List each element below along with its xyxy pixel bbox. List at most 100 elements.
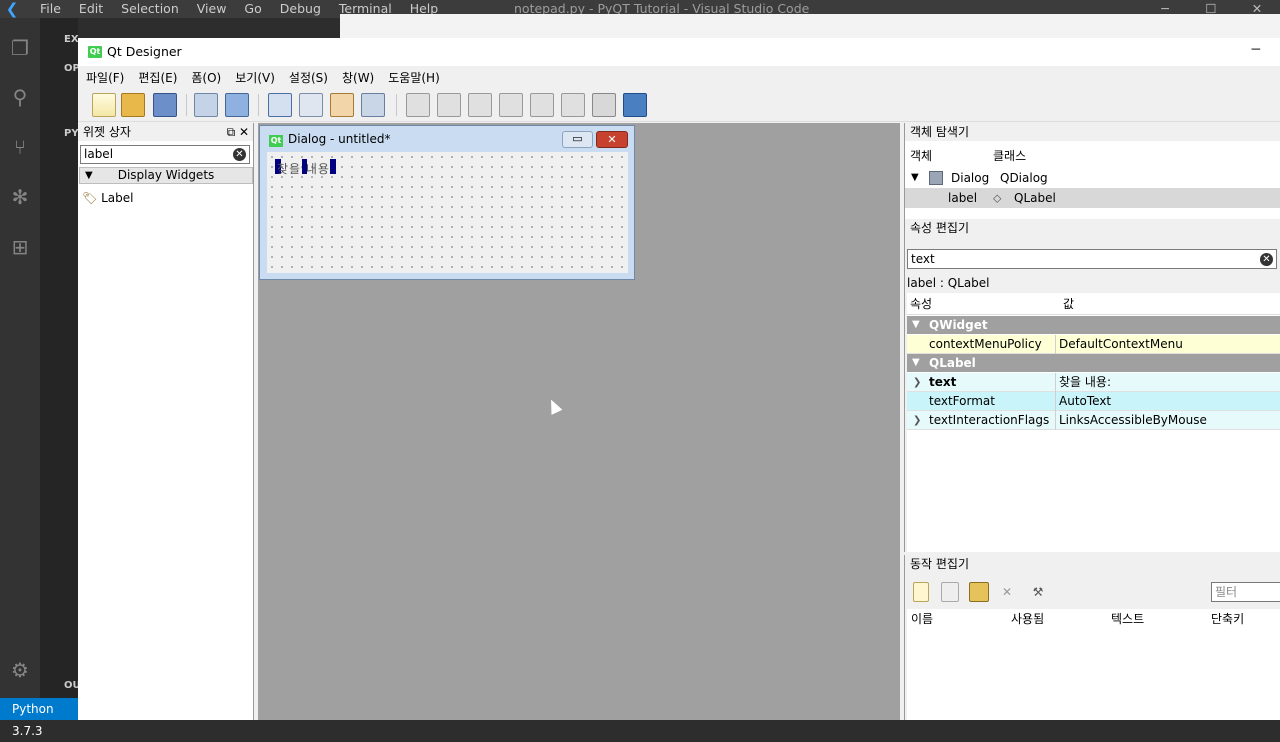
dialog-form-canvas[interactable]: 찾을 내용 — [267, 152, 628, 273]
action-filter-input[interactable]: 필터 — [1211, 582, 1280, 602]
action-editor-title: 동작 편집기 — [910, 557, 970, 571]
column-header-shortcut[interactable]: 단축키 — [1211, 609, 1244, 629]
property-row-textformat[interactable]: textFormat AutoText — [907, 392, 1280, 411]
property-value[interactable]: DefaultContextMenu — [1059, 335, 1183, 354]
property-group-qwidget[interactable]: ▼ QWidget — [907, 316, 1280, 334]
menu-help[interactable]: 도움말(H) — [388, 69, 440, 86]
toolbar-separator — [258, 94, 259, 116]
qt-window-title: Qt Designer — [107, 44, 182, 59]
menu-window[interactable]: 창(W) — [342, 69, 374, 86]
dialog-form-window[interactable]: Qt Dialog - untitled* ▭ ✕ 찾을 내용 — [259, 125, 635, 280]
action-table: 이름 사용됨 텍스트 단축키 — [907, 609, 1280, 720]
clear-filter-icon[interactable]: ✕ — [233, 148, 246, 161]
menu-edit[interactable]: 편집(E) — [138, 69, 177, 86]
property-value[interactable]: LinksAccessibleByMouse — [1059, 411, 1207, 430]
column-divider — [1055, 392, 1056, 411]
explorer-icon[interactable]: ❐ — [8, 36, 32, 60]
vscode-menu-view[interactable]: View — [197, 1, 227, 16]
debug-icon[interactable]: ✻ — [8, 185, 32, 209]
vscode-menu-selection[interactable]: Selection — [121, 1, 179, 16]
object-inspector-title: 객체 탐색기 — [910, 125, 970, 139]
vscode-activity-bar: ❐ ⚲ ⑂ ✻ ⊞ ⚙ — [0, 18, 40, 698]
new-file-icon[interactable] — [92, 93, 116, 117]
label-tag-icon: 🏷 — [82, 191, 98, 205]
widget-item-label[interactable]: 🏷 Label — [82, 189, 133, 207]
qt-logo-icon: Qt — [88, 46, 102, 58]
qt-logo-icon: Qt — [269, 135, 283, 147]
chevron-down-icon: ▼ — [911, 172, 919, 183]
menu-settings[interactable]: 설정(S) — [289, 69, 328, 86]
form-editor-area: Qt Dialog - untitled* ▭ ✕ 찾을 내용 — [258, 123, 900, 720]
chevron-right-icon[interactable]: ❯ — [913, 411, 921, 430]
clear-filter-icon[interactable]: ✕ — [1260, 253, 1273, 266]
column-header-value[interactable]: 값 — [1063, 294, 1074, 314]
vscode-menu-file[interactable]: File — [40, 1, 61, 16]
widget-item-label-text: Label — [101, 191, 134, 205]
paste-action-icon[interactable] — [969, 582, 989, 602]
form-label-widget[interactable]: 찾을 내용 — [277, 160, 330, 177]
extensions-icon[interactable]: ⊞ — [8, 235, 32, 259]
widget-filter-value: label — [84, 147, 114, 161]
dialog-minimize-button[interactable]: ▭ — [562, 131, 593, 148]
minimize-icon[interactable]: ─ — [1252, 42, 1260, 58]
column-header-class[interactable]: 클래스 — [993, 146, 1026, 166]
dialog-title: Dialog - untitled* — [288, 132, 391, 146]
widget-category-label: Display Widgets — [117, 168, 215, 182]
vscode-menu-edit[interactable]: Edit — [79, 1, 103, 16]
dialog-close-button[interactable]: ✕ — [596, 131, 628, 148]
action-editor-header: 동작 편집기 — [905, 555, 1280, 573]
tree-object-name: label — [948, 191, 978, 205]
configure-action-icon[interactable]: ⚒ — [1027, 582, 1049, 602]
column-header-object[interactable]: 객체 — [910, 146, 932, 166]
new-action-icon[interactable] — [913, 582, 929, 602]
layout-grid-icon[interactable] — [561, 93, 585, 117]
menu-form[interactable]: 폼(O) — [191, 69, 221, 86]
vscode-menu-go[interactable]: Go — [244, 1, 261, 16]
edit-tab-order-icon[interactable] — [361, 93, 385, 117]
widget-box-dock: 위젯 상자 ⧉ ✕ label ✕ ▼ Display Widgets 🏷 La… — [78, 123, 254, 720]
column-header-used[interactable]: 사용됨 — [1011, 609, 1044, 629]
tree-row-dialog[interactable]: ▼ Dialog QDialog — [905, 168, 1280, 188]
dock-float-close-icon[interactable]: ⧉ ✕ — [227, 123, 249, 141]
layout-vertical-icon[interactable] — [437, 93, 461, 117]
edit-widgets-icon[interactable] — [268, 93, 292, 117]
column-header-name[interactable]: 이름 — [911, 609, 933, 629]
vscode-menu-debug[interactable]: Debug — [280, 1, 321, 16]
property-row-contextmenupolicy[interactable]: contextMenuPolicy DefaultContextMenu — [907, 335, 1280, 354]
layout-horizontal-icon[interactable] — [406, 93, 430, 117]
open-folder-icon[interactable] — [121, 93, 145, 117]
selection-handle[interactable] — [330, 159, 336, 174]
column-header-text[interactable]: 텍스트 — [1111, 609, 1144, 629]
property-group-qlabel[interactable]: ▼ QLabel — [907, 354, 1280, 372]
vscode-status-python[interactable]: Python 3.7.3 — [0, 698, 78, 738]
column-header-property[interactable]: 속성 — [910, 294, 932, 314]
widget-category-header[interactable]: ▼ Display Widgets — [79, 167, 253, 184]
layout-hsplitter-icon[interactable] — [468, 93, 492, 117]
property-value[interactable]: AutoText — [1059, 392, 1111, 411]
break-layout-icon[interactable] — [592, 93, 616, 117]
send-to-back-icon[interactable] — [194, 93, 218, 117]
tree-row-label[interactable]: label ⬦ QLabel — [905, 188, 1280, 208]
source-control-icon[interactable]: ⑂ — [8, 135, 32, 159]
menu-view[interactable]: 보기(V) — [235, 69, 275, 86]
property-name: textFormat — [929, 394, 995, 408]
bring-to-front-icon[interactable] — [225, 93, 249, 117]
search-icon[interactable]: ⚲ — [8, 85, 32, 109]
property-value[interactable]: 찾을 내용: — [1059, 373, 1111, 392]
gear-icon[interactable]: ⚙ — [8, 658, 32, 682]
layout-vsplitter-icon[interactable] — [499, 93, 523, 117]
widget-filter-input[interactable]: label ✕ — [80, 145, 250, 164]
property-row-text[interactable]: ❯ text 찾을 내용: — [907, 373, 1280, 392]
sidebar-header-project[interactable]: PY — [64, 128, 79, 139]
edit-signals-slots-icon[interactable] — [299, 93, 323, 117]
adjust-size-icon[interactable] — [623, 93, 647, 117]
copy-action-icon[interactable] — [941, 582, 959, 602]
delete-action-icon[interactable]: ✕ — [999, 582, 1015, 602]
edit-buddies-icon[interactable] — [330, 93, 354, 117]
layout-form-icon[interactable] — [530, 93, 554, 117]
property-filter-input[interactable]: text ✕ — [907, 249, 1277, 269]
property-row-textinteractionflags[interactable]: ❯ textInteractionFlags LinksAccessibleBy… — [907, 411, 1280, 430]
save-icon[interactable] — [153, 93, 177, 117]
chevron-right-icon[interactable]: ❯ — [913, 373, 921, 392]
menu-file[interactable]: 파일(F) — [86, 69, 124, 86]
